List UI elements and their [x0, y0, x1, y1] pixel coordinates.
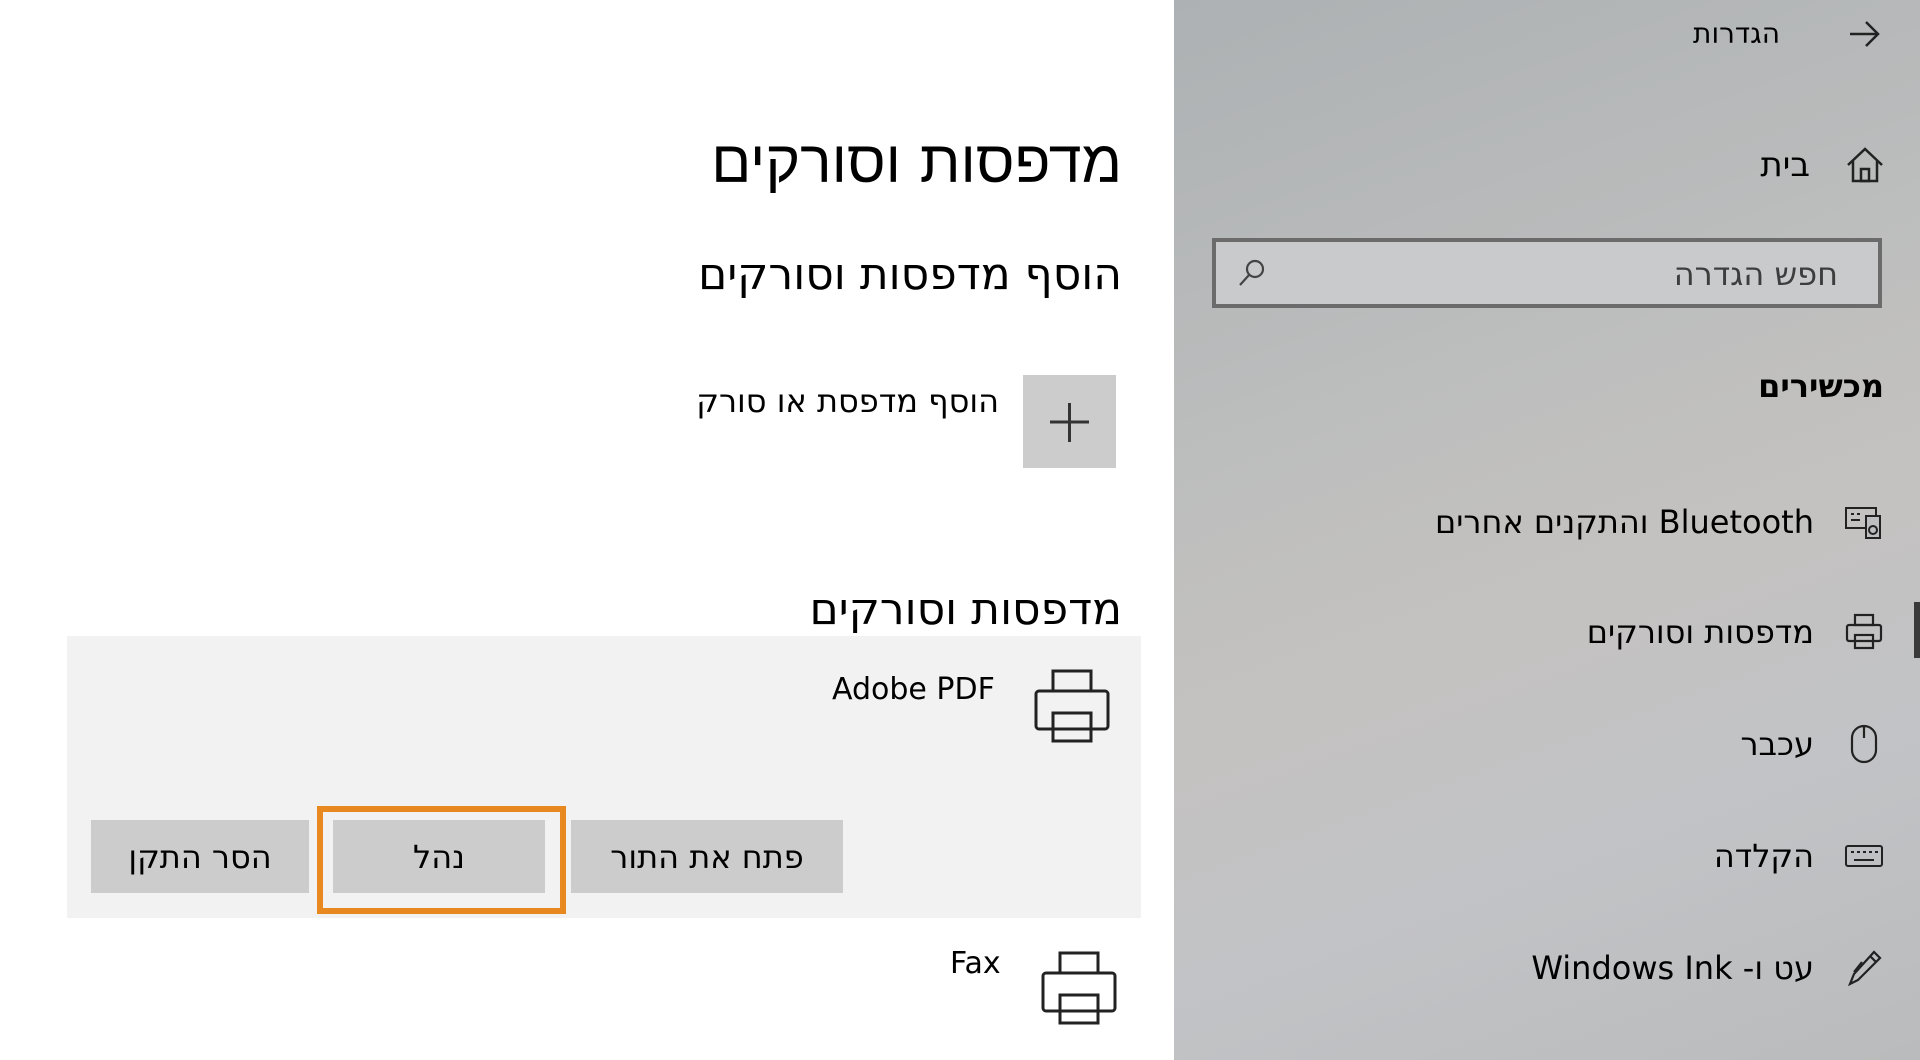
- keyboard-icon: [1845, 845, 1883, 867]
- sidebar-item-label: הקלדה: [1713, 837, 1814, 875]
- sidebar-item-label: עכבר: [1740, 725, 1814, 763]
- sidebar-item-pen[interactable]: עט ו- Windows Ink: [1174, 924, 1920, 1012]
- remove-device-button[interactable]: הסר התקן: [91, 820, 309, 893]
- main-content: מדפסות וסורקים הוסף מדפסות וסורקים הוסף …: [0, 0, 1174, 1060]
- printer-icon: [1034, 669, 1110, 743]
- window-title: הגדרות: [1693, 17, 1780, 50]
- back-arrow-icon[interactable]: [1844, 14, 1884, 54]
- home-icon[interactable]: [1845, 145, 1885, 185]
- sidebar-item-bluetooth[interactable]: Bluetooth והתקנים אחרים: [1174, 478, 1920, 566]
- search-icon: [1239, 259, 1265, 286]
- mouse-icon: [1850, 724, 1878, 764]
- add-printer-button[interactable]: [1023, 375, 1116, 468]
- search-box[interactable]: [1212, 238, 1882, 308]
- printer-name[interactable]: Fax: [950, 944, 1001, 984]
- printer-icon: [1845, 613, 1883, 650]
- printer-icon: [1041, 951, 1117, 1025]
- plus-icon: [1050, 403, 1089, 442]
- sidebar-item-mouse[interactable]: עכבר: [1174, 700, 1920, 788]
- pen-icon: [1847, 950, 1882, 987]
- sidebar-item-label: מדפסות וסורקים: [1586, 613, 1814, 651]
- sidebar-item-label: Bluetooth והתקנים אחרים: [1435, 503, 1814, 541]
- add-section-title: הוסף מדפסות וסורקים: [698, 249, 1122, 300]
- open-queue-button[interactable]: פתח את התור: [571, 820, 843, 893]
- sidebar-item-typing[interactable]: הקלדה: [1174, 812, 1920, 900]
- sidebar-item-label: עט ו- Windows Ink: [1531, 949, 1814, 987]
- search-input[interactable]: [1276, 242, 1840, 306]
- bluetooth-devices-icon: [1845, 507, 1881, 539]
- sidebar-item-printers[interactable]: מדפסות וסורקים: [1174, 588, 1920, 676]
- printers-list-title: מדפסות וסורקים: [809, 584, 1122, 635]
- section-title: מכשירים: [1758, 367, 1884, 405]
- selected-indicator: [1914, 602, 1920, 658]
- home-link[interactable]: בית: [1760, 142, 1810, 188]
- manage-button[interactable]: נהל: [333, 820, 545, 893]
- page-title: מדפסות וסורקים: [711, 127, 1122, 196]
- add-printer-label[interactable]: הוסף מדפסת או סורק: [696, 380, 999, 422]
- printer-name: Adobe PDF: [832, 672, 995, 707]
